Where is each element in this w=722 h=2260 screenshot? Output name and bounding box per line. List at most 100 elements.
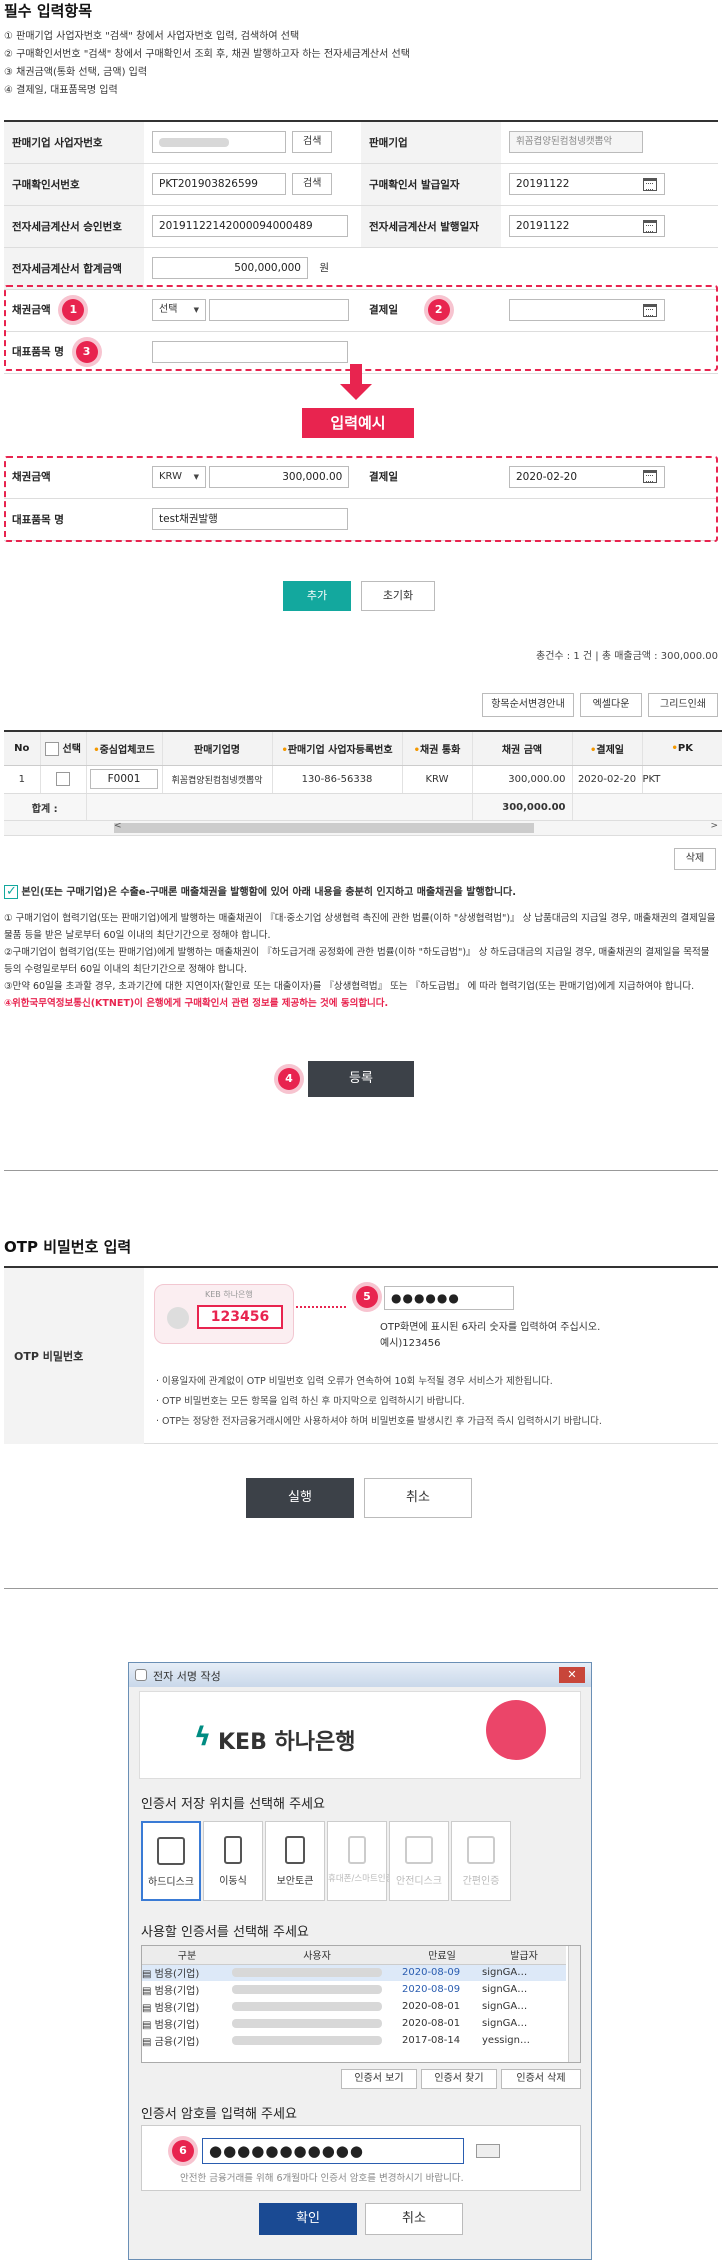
cert-row[interactable]: ▤ 범용(기업) 2020-08-09 signGA… [142, 1964, 566, 1981]
location-harddisk[interactable]: 하드디스크 [141, 1821, 201, 1901]
phone-icon [348, 1836, 366, 1864]
select-all-checkbox[interactable] [45, 742, 60, 757]
agree-checkbox[interactable] [4, 883, 18, 900]
tax-date-input[interactable]: 20191122 [509, 215, 665, 237]
dialog-titlebar: 전자 서명 작성 ✕ [129, 1663, 591, 1687]
col-amount: 채권 금액 [472, 731, 573, 766]
total-label: 전자세금계산서 합계금액 [4, 247, 144, 290]
calendar-icon[interactable] [643, 177, 657, 191]
step-3: ③ 채권금액(통화 선택, 금액) 입력 [4, 67, 148, 78]
agree-text: 본인(또는 구매기업)은 수출e-구매론 매출채권을 발행함에 있어 아래 내용… [21, 887, 517, 898]
otp-cancel-button[interactable]: 취소 [364, 1478, 472, 1518]
cert-find-button[interactable]: 인증서 찾기 [421, 2069, 497, 2089]
bank-logo-glyph: ϟ [194, 1722, 212, 1752]
seller-name-field: 휘꼼켭양된컴첨넹캣뽑악 [509, 131, 643, 154]
cert-list[interactable]: 구분 사용자 만료일 발급자 ▤ 범용(기업) 2020-08-09 signGA…… [141, 1945, 581, 2063]
col-no: No [4, 731, 41, 766]
tax-no-input[interactable]: 20191122142000094000489 [152, 215, 348, 237]
cell-amount: 300,000.00 [472, 765, 573, 794]
confirm-no-label: 구매확인서번호 [4, 163, 144, 206]
close-icon[interactable]: ✕ [559, 1667, 585, 1683]
cert-view-button[interactable]: 인증서 보기 [341, 2069, 417, 2089]
safe-disk-icon [405, 1836, 433, 1864]
agree-row[interactable]: 본인(또는 구매기업)은 수출e-구매론 매출채권을 발행함에 있어 아래 내용… [4, 883, 718, 901]
otp-run-button[interactable]: 실행 [246, 1478, 354, 1518]
location-token[interactable]: 보안토큰 [265, 1821, 325, 1901]
register-button[interactable]: 등록 [308, 1061, 414, 1097]
cert-delete-button[interactable]: 인증서 삭제 [501, 2069, 581, 2089]
cell-no: 1 [4, 765, 41, 794]
grid-print-button[interactable]: 그리드인쇄 [648, 693, 718, 717]
location-removable[interactable]: 이동식 [203, 1821, 263, 1901]
add-button[interactable]: 추가 [283, 581, 351, 611]
keyboard-icon[interactable] [476, 2144, 500, 2158]
cell-pk: PKT [642, 765, 722, 794]
chevron-left-icon[interactable]: < [114, 821, 122, 831]
sign-ok-button[interactable]: 확인 [259, 2203, 357, 2235]
pw-title: 인증서 암호를 입력해 주세요 [141, 2107, 297, 2122]
order-guide-button[interactable]: 항목순서변경안내 [482, 693, 574, 717]
currency-unit: 원 [319, 262, 330, 274]
otp-card-brand: KEB 하나은행 [205, 1290, 253, 1299]
total-label: 합계 : [4, 793, 87, 822]
arrow-down-icon [340, 384, 372, 400]
scrollbar-thumb[interactable] [114, 823, 534, 833]
cert-col-user: 사용자 [232, 1946, 402, 1965]
steps: ① 판매기업 사업자번호 "검색" 창에서 사업자번호 입력, 검색하여 선택 … [4, 28, 410, 100]
simple-auth-icon [467, 1836, 495, 1864]
total-amount: 300,000.00 [472, 793, 573, 822]
location-phone[interactable]: 휴대폰/스마트인증 [327, 1821, 393, 1901]
seller-biz-no-input[interactable] [152, 131, 286, 154]
cert-row[interactable]: ▤ 범용(기업) 2020-08-01 signGA… [142, 1998, 566, 2015]
cell-center-code[interactable]: F0001 [90, 769, 158, 789]
otp-input[interactable]: ●●●●●● [384, 1286, 514, 1310]
data-grid: No 선택 •중심업체코드 판매기업명 •판매기업 사업자등록번호 •채권 통화… [4, 730, 722, 822]
confirm-no-input[interactable]: PKT201903826599 [152, 173, 286, 195]
pw-hint: 안전한 금융거래를 위해 6개월마다 인증서 암호를 변경하시기 바랍니다. [180, 2173, 464, 2184]
location-options: 하드디스크 이동식 보안토큰 휴대폰/스마트인증 안전디스크 간편인증 [141, 1821, 513, 1901]
cert-row[interactable]: ▤ 금융(기업) 2017-08-14 yessign… [142, 2032, 566, 2049]
cell-seller-name: 휘꼼켭양된컴첨넹캣뽑악 [162, 765, 273, 794]
location-safe-disk[interactable]: 안전디스크 [389, 1821, 449, 1901]
badge-5: 5 [356, 1286, 378, 1308]
col-biz-no: 판매기업 사업자등록번호 [287, 744, 393, 756]
sign-cancel-button[interactable]: 취소 [365, 2203, 463, 2235]
cert-col-issuer: 발급자 [482, 1946, 566, 1965]
table-row[interactable]: 1 F0001 휘꼼켭양된컴첨넹캣뽑악 130-86-56338 KRW 300… [4, 765, 722, 794]
cert-scrollbar[interactable] [568, 1946, 580, 2062]
excel-download-button[interactable]: 엑셀다운 [580, 693, 642, 717]
seller-search-button[interactable]: 검색 [292, 131, 333, 154]
step-1: ① 판매기업 사업자번호 "검색" 창에서 사업자번호 입력, 검색하여 선택 [4, 31, 300, 42]
calendar-icon[interactable] [643, 219, 657, 233]
reset-button[interactable]: 초기화 [361, 581, 435, 611]
otp-notice-1: · 이용일자에 관계없이 OTP 비밀번호 입력 오류가 연속하여 10회 누적… [156, 1376, 553, 1387]
horizontal-scrollbar[interactable]: < > [4, 820, 722, 836]
pw-box: 6 ●●●●●●●●●●● 안전한 금융거래를 위해 6개월마다 인증서 암호를… [141, 2125, 581, 2191]
col-select: 선택 [62, 744, 81, 756]
otp-notice-2: · OTP 비밀번호는 모든 항목을 입력 하신 후 마지막으로 입력하시기 바… [156, 1396, 465, 1407]
token-icon [285, 1836, 305, 1864]
seller-label: 판매기업 [361, 121, 501, 164]
otp-label: OTP 비밀번호 [4, 1268, 144, 1444]
cert-password-input[interactable]: ●●●●●●●●●●● [202, 2138, 464, 2164]
total-amount-field: 500,000,000 [152, 257, 308, 279]
otp-connector [296, 1306, 346, 1308]
location-simple[interactable]: 간편인증 [451, 1821, 511, 1901]
confirm-search-button[interactable]: 검색 [292, 173, 333, 195]
otp-notice-3: · OTP는 정당한 전자금융거래시에만 사용하셔야 하며 비밀번호를 발생시킨… [156, 1416, 602, 1427]
otp-button-icon [167, 1307, 189, 1329]
cert-title: 사용할 인증서를 선택해 주세요 [141, 1925, 309, 1940]
divider [4, 1588, 718, 1589]
chevron-right-icon[interactable]: > [710, 821, 718, 831]
delete-button[interactable]: 삭제 [674, 848, 716, 870]
otp-title: OTP 비밀번호 입력 [4, 1238, 132, 1256]
badge-6: 6 [172, 2140, 194, 2162]
cell-biz-no: 130-86-56338 [272, 765, 403, 794]
confirm-date-input[interactable]: 20191122 [509, 173, 665, 195]
cell-currency: KRW [402, 765, 473, 794]
cert-row[interactable]: ▤ 범용(기업) 2020-08-09 signGA… [142, 1981, 566, 1998]
row-checkbox[interactable] [56, 772, 70, 786]
otp-hint-2: 예시)123456 [380, 1338, 441, 1349]
cert-row[interactable]: ▤ 범용(기업) 2020-08-01 signGA… [142, 2015, 566, 2032]
otp-card-number: 123456 [197, 1305, 283, 1329]
